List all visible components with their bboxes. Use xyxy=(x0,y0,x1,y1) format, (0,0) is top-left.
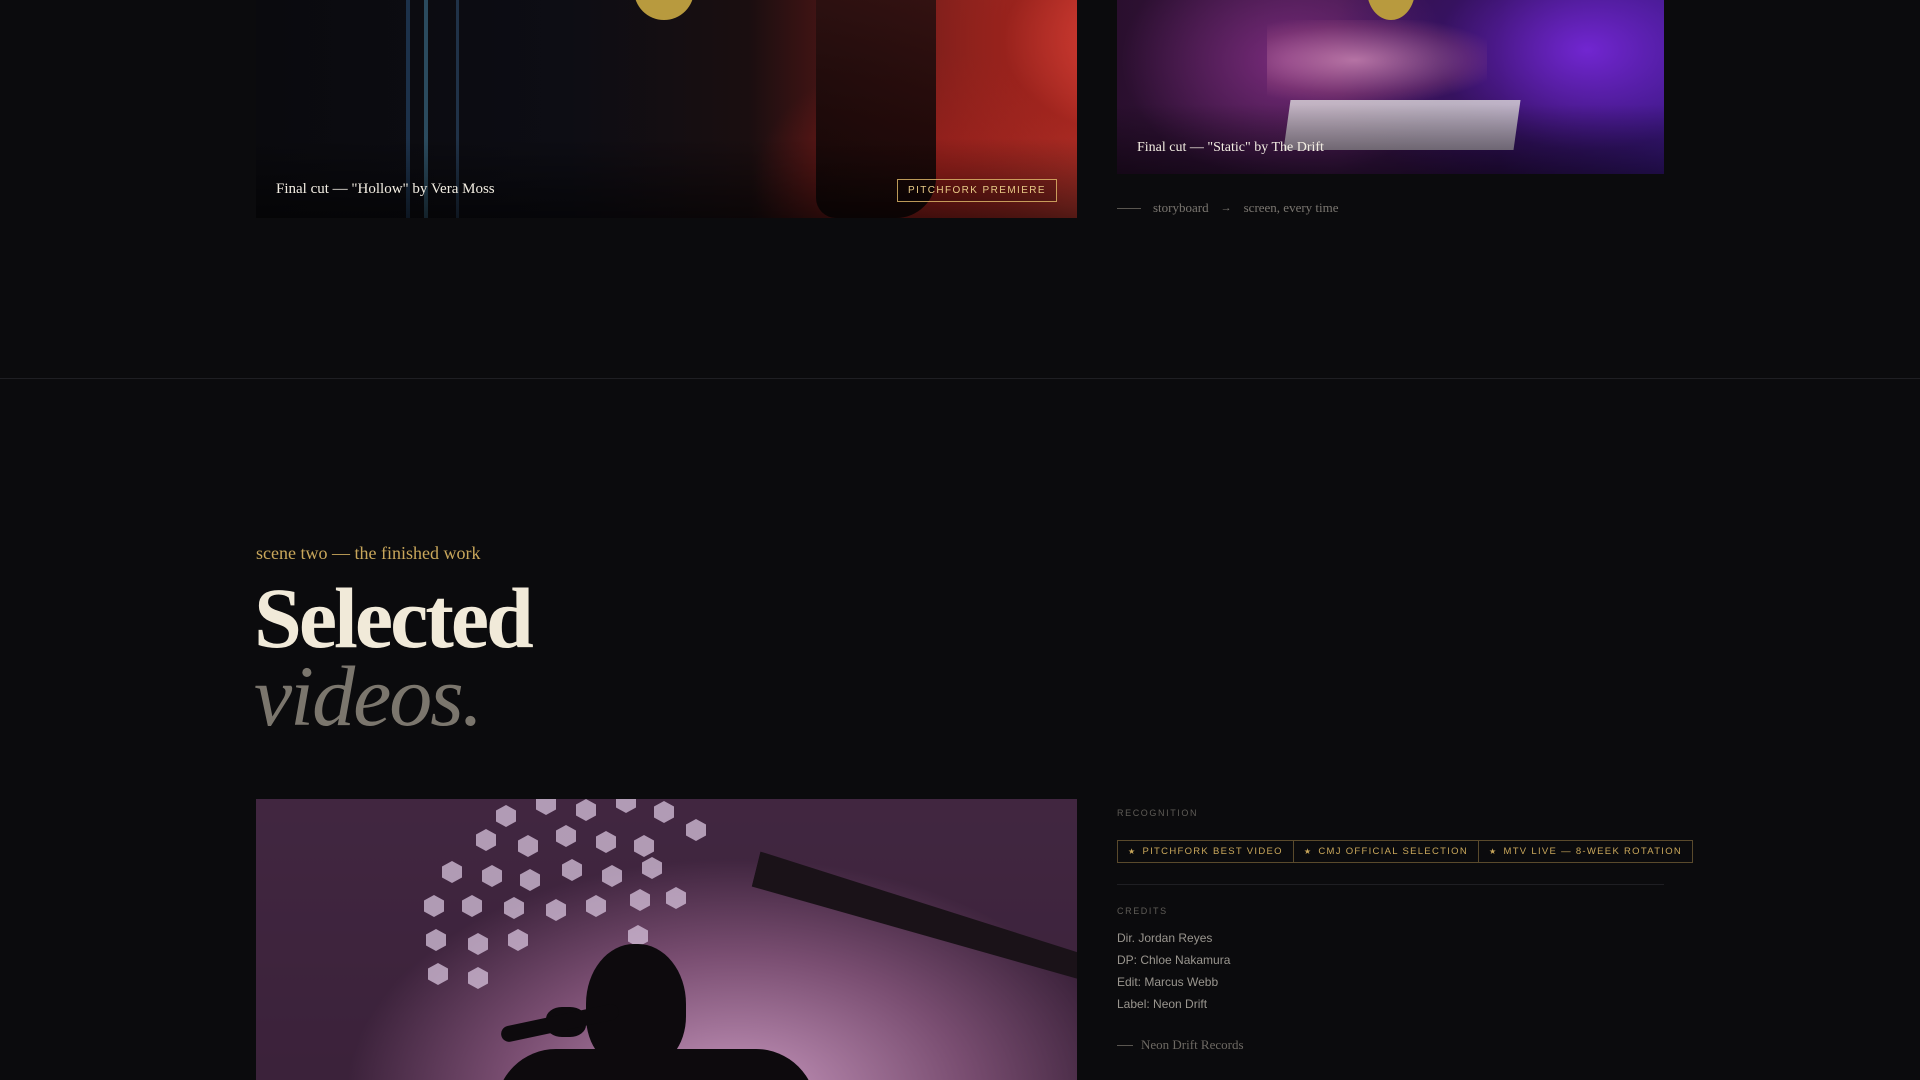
recognition-label: RECOGNITION xyxy=(1117,808,1199,818)
light-hex xyxy=(482,865,502,887)
video-caption: Final cut — "Static" by The Drift xyxy=(1137,140,1324,155)
light-hex xyxy=(576,799,596,821)
record-label: Neon Drift Records xyxy=(1117,1037,1244,1053)
award-badge: ★ PITCHFORK BEST VIDEO xyxy=(1117,840,1294,863)
award-label: MTV LIVE — 8-WEEK ROTATION xyxy=(1503,846,1683,857)
light-hex xyxy=(508,929,528,951)
light-hex xyxy=(666,887,686,909)
award-badge: ★ CMJ OFFICIAL SELECTION xyxy=(1292,840,1479,863)
arrow-right-icon: → xyxy=(1220,202,1232,214)
light-hex xyxy=(686,819,706,841)
light-hex xyxy=(428,963,448,985)
light-hex xyxy=(504,897,524,919)
singer-shoulders xyxy=(496,1049,816,1080)
light-hex xyxy=(496,805,516,827)
process-tagline: storyboard → screen, every time xyxy=(1117,200,1339,216)
credit-item: Edit: Marcus Webb xyxy=(1117,975,1219,989)
light-hex xyxy=(634,835,654,857)
light-hex xyxy=(476,829,496,851)
star-icon: ★ xyxy=(1303,847,1313,856)
light-hex xyxy=(586,895,606,917)
light-hex xyxy=(468,967,488,989)
credit-item: DP: Chloe Nakamura xyxy=(1117,953,1231,967)
credit-item: Dir. Jordan Reyes xyxy=(1117,931,1213,945)
awards-list: ★ PITCHFORK BEST VIDEO ★ CMJ OFFICIAL SE… xyxy=(1117,840,1694,863)
award-label: PITCHFORK BEST VIDEO xyxy=(1142,846,1283,857)
dash-decoration xyxy=(1117,207,1141,209)
stage-beam xyxy=(749,840,1077,990)
premiere-badge: PITCHFORK PREMIERE xyxy=(897,179,1057,202)
section-eyebrow: scene two — the finished work xyxy=(256,543,481,563)
light-hex xyxy=(562,859,582,881)
light-hex xyxy=(520,869,540,891)
award-label: CMJ OFFICIAL SELECTION xyxy=(1318,846,1468,857)
light-hex xyxy=(642,857,662,879)
panel-divider xyxy=(1117,884,1664,885)
light-hex xyxy=(602,865,622,887)
credit-item: Label: Neon Drift xyxy=(1117,997,1208,1011)
video-caption: Final cut — "Hollow" by Vera Moss xyxy=(276,181,495,197)
light-hex xyxy=(426,929,446,951)
play-icon[interactable] xyxy=(1367,0,1415,20)
caption-gradient xyxy=(256,138,1077,218)
light-hex xyxy=(518,835,538,857)
video-card-static[interactable]: Final cut — "Static" by The Drift xyxy=(1117,0,1664,174)
record-label-name: Neon Drift Records xyxy=(1141,1037,1244,1052)
credits-list: Dir. Jordan Reyes DP: Chloe Nakamura Edi… xyxy=(1117,930,1230,1018)
section-divider xyxy=(0,378,1920,379)
star-icon: ★ xyxy=(1489,847,1498,856)
light-hex xyxy=(654,801,674,823)
dash-decoration xyxy=(1117,1044,1133,1046)
tagline-end: screen, every time xyxy=(1243,200,1339,215)
light-hex xyxy=(442,861,462,883)
light-hex xyxy=(546,899,566,921)
light-hex xyxy=(462,895,482,917)
video-card-featured[interactable] xyxy=(256,799,1077,1080)
light-hex xyxy=(424,895,444,917)
video-card-hollow[interactable]: Final cut — "Hollow" by Vera Moss PITCHF… xyxy=(256,0,1077,218)
caption-gradient xyxy=(1117,104,1664,174)
light-hex xyxy=(630,889,650,911)
light-hex xyxy=(468,933,488,955)
light-hex xyxy=(616,799,636,813)
section-title-italic: videos. xyxy=(254,648,483,744)
play-icon[interactable] xyxy=(634,0,694,20)
tagline-start: storyboard xyxy=(1153,200,1209,215)
light-hex xyxy=(556,825,576,847)
award-badge: ★ MTV LIVE — 8-WEEK ROTATION xyxy=(1478,840,1694,863)
star-icon: ★ xyxy=(1128,847,1137,856)
light-hex xyxy=(536,799,556,815)
light-hex xyxy=(596,831,616,853)
performer-arm xyxy=(1267,20,1487,100)
credits-label: CREDITS xyxy=(1117,906,1168,916)
